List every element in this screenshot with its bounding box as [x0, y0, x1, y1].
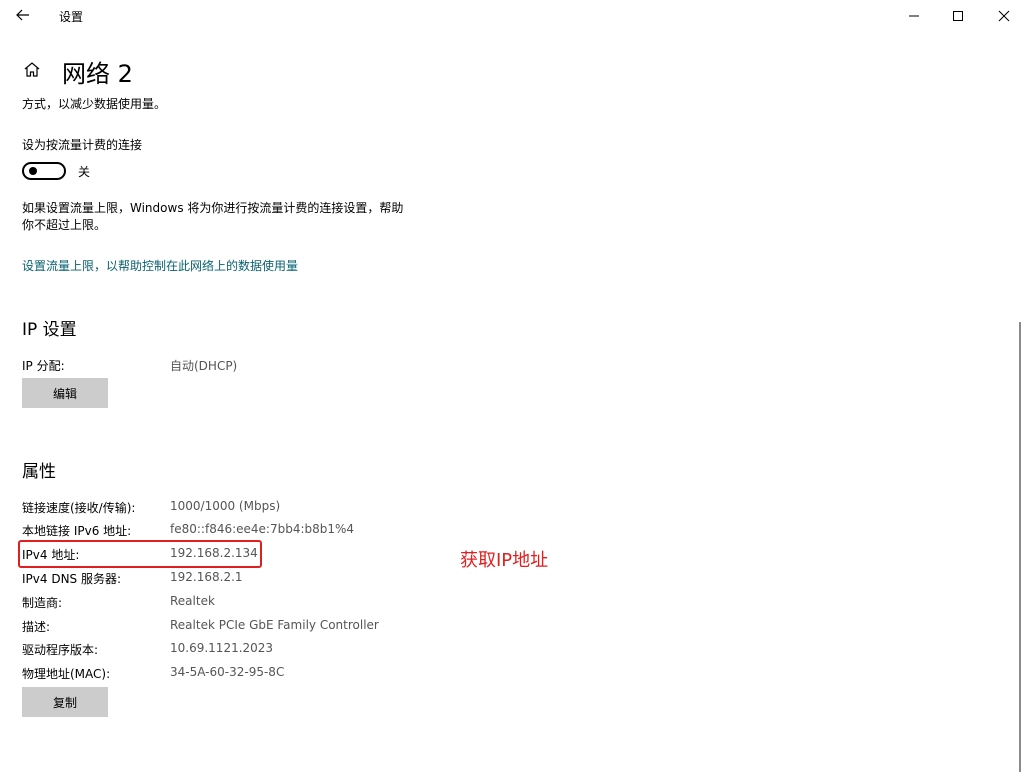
minimize-button[interactable]: [902, 4, 926, 28]
metered-info-line2: 你不超过上限。: [22, 218, 107, 232]
maximize-button[interactable]: [946, 4, 970, 28]
metered-toggle[interactable]: [22, 162, 66, 180]
prop-value-driver-version: 10.69.1121.2023: [170, 641, 274, 655]
prop-label-manufacturer: 制造商:: [22, 596, 63, 610]
properties-heading: 属性: [22, 462, 56, 482]
ip-assignment-value: 自动(DHCP): [170, 359, 238, 373]
toggle-state-label: 关: [78, 165, 91, 179]
prop-label-link-speed: 链接速度(接收/传输):: [22, 501, 136, 515]
prop-value-description: Realtek PCIe GbE Family Controller: [170, 618, 379, 632]
copy-button[interactable]: 复制: [22, 687, 108, 717]
prop-value-ipv6: fe80::f846:ee4e:7bb4:b8b1%4: [170, 522, 355, 536]
maximize-icon: [953, 11, 963, 21]
ipv4-highlight-box: [18, 540, 262, 568]
prop-label-description: 描述:: [22, 620, 51, 634]
ip-assignment-label: IP 分配:: [22, 359, 65, 373]
annotation-label: 获取IP地址: [460, 550, 549, 571]
prop-value-mac: 34-5A-60-32-95-8C: [170, 665, 285, 679]
prop-value-link-speed: 1000/1000 (Mbps): [170, 499, 281, 513]
edit-button[interactable]: 编辑: [22, 378, 108, 408]
close-button[interactable]: [992, 4, 1016, 28]
prop-value-manufacturer: Realtek: [170, 594, 215, 608]
home-icon: [24, 62, 40, 77]
ip-settings-heading: IP 设置: [22, 320, 77, 340]
back-arrow-icon: [16, 9, 29, 21]
data-limit-link[interactable]: 设置流量上限，以帮助控制在此网络上的数据使用量: [22, 257, 298, 274]
back-button[interactable]: [14, 6, 32, 24]
close-icon: [998, 10, 1010, 22]
metered-info-line1: 如果设置流量上限，Windows 将为你进行按流量计费的连接设置，帮助: [22, 201, 404, 215]
page-title: 网络 2: [62, 60, 133, 88]
metered-label: 设为按流量计费的连接: [22, 138, 143, 152]
prop-label-dns: IPv4 DNS 服务器:: [22, 572, 122, 586]
scrollbar[interactable]: [1019, 322, 1021, 772]
title-bar: 设置: [0, 0, 1024, 32]
window-title: 设置: [59, 10, 84, 24]
prop-label-driver-version: 驱动程序版本:: [22, 643, 99, 657]
minimize-icon: [909, 15, 919, 17]
prop-label-mac: 物理地址(MAC):: [22, 667, 111, 681]
metered-description: 方式，以减少数据使用量。: [22, 97, 167, 111]
prop-value-dns: 192.168.2.1: [170, 570, 243, 584]
toggle-knob: [29, 167, 37, 175]
prop-label-ipv6: 本地链接 IPv6 地址:: [22, 524, 132, 538]
